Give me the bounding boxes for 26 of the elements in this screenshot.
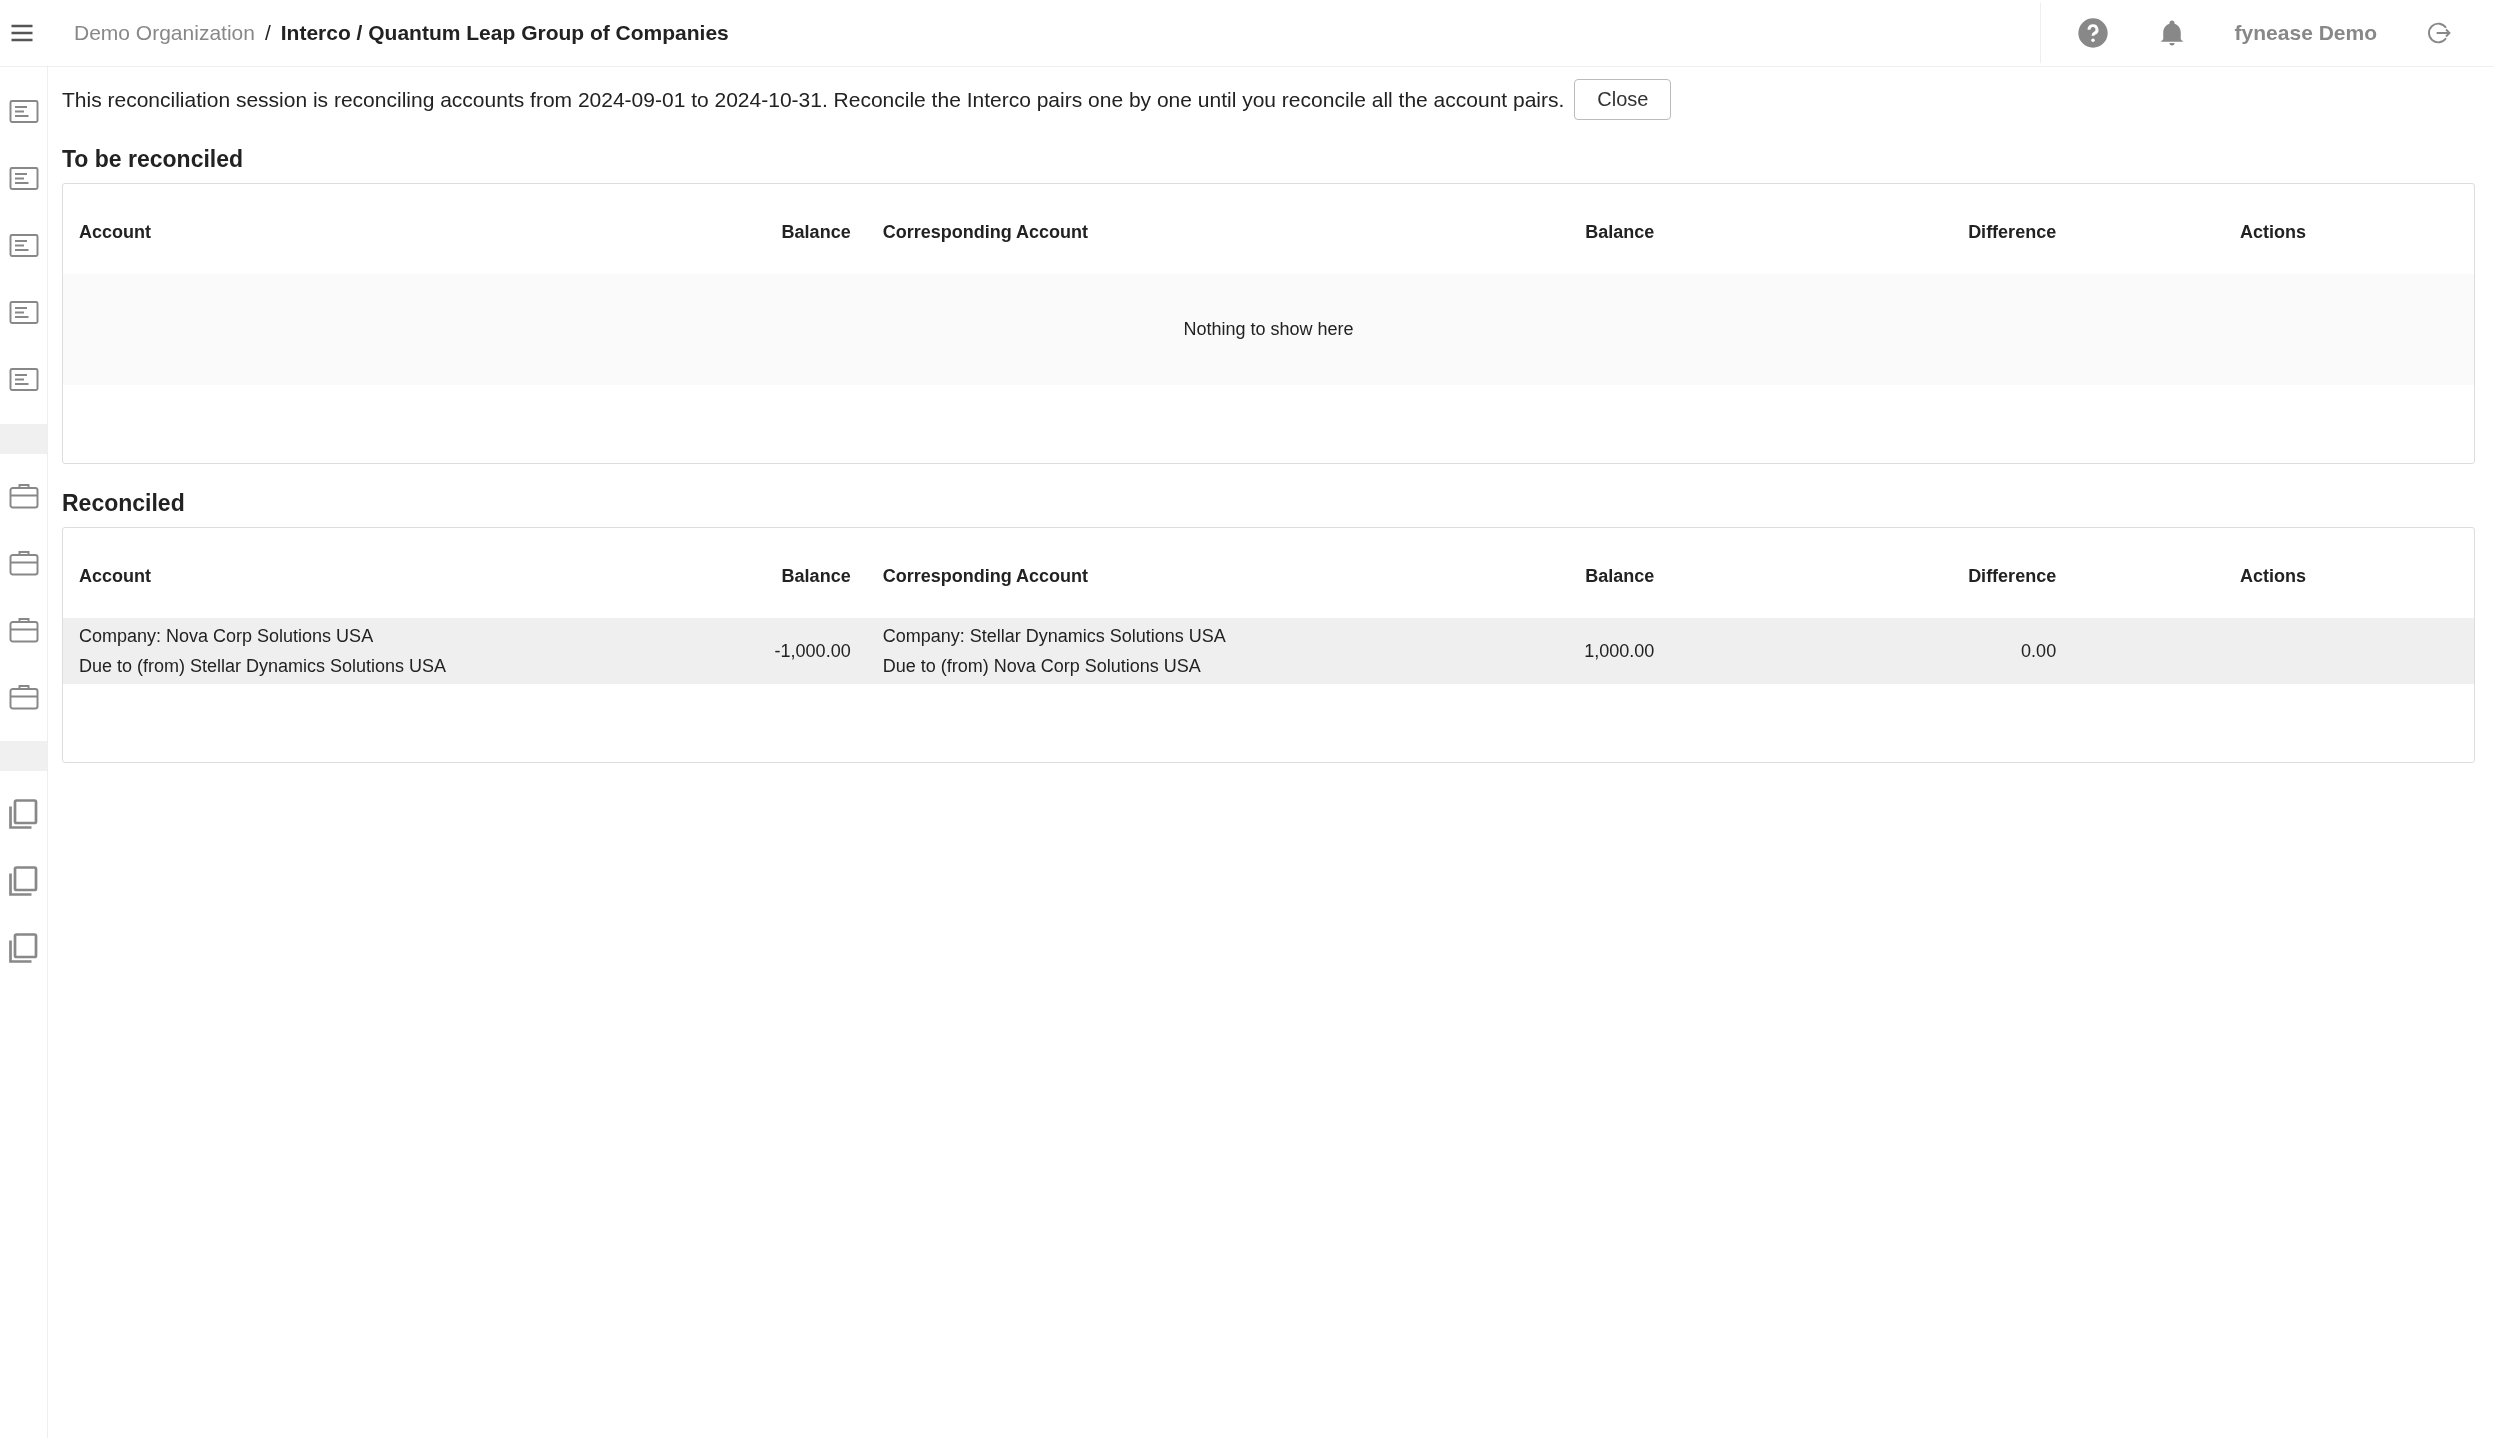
section-title: To be reconciled — [62, 146, 245, 173]
column-header: Balance — [1584, 565, 1656, 587]
table-cell-text: -1,000.00 — [773, 640, 852, 663]
column-header: Account — [78, 221, 152, 243]
column-header: Balance — [780, 221, 852, 243]
table-cell-text: 1,000.00 — [1583, 640, 1656, 663]
empty-message: Nothing to show here — [63, 274, 2474, 385]
column-header: Corresponding Account — [881, 221, 1089, 243]
column-header: Actions — [2239, 221, 2308, 243]
column-header: Difference — [1967, 221, 2058, 243]
column-header: Balance — [780, 565, 852, 587]
column-header: Actions — [2239, 565, 2308, 587]
table-cell-text: 0.00 — [2020, 640, 2058, 663]
page-title: Interco / Quantum Leap Group of Companies — [280, 21, 729, 45]
breadcrumb-link[interactable]: Demo Organization — [74, 21, 255, 45]
session-notice: This reconciliation session is reconciling accounts from 2024-09-01 to 2024-10-31. Reconcile the Interco pairs one by one until you reconcile all the account pairs. — [62, 87, 1565, 112]
close-button[interactable]: Close — [1574, 79, 1672, 120]
table-cell-text: Company: Stellar Dynamics Solutions USA Due to (from) Nova Corp Solutions USA — [881, 625, 1227, 678]
user-name[interactable]: fynease Demo — [2234, 21, 2377, 45]
column-header: Account — [78, 565, 152, 587]
breadcrumb-separator: / — [264, 21, 271, 45]
section-title: Reconciled — [62, 490, 186, 517]
column-header: Corresponding Account — [881, 565, 1089, 587]
table-cell-text: Company: Nova Corp Solutions USA Due to (from) Stellar Dynamics Solutions USA — [78, 625, 448, 678]
column-header: Difference — [1967, 565, 2058, 587]
column-header: Balance — [1584, 221, 1656, 243]
